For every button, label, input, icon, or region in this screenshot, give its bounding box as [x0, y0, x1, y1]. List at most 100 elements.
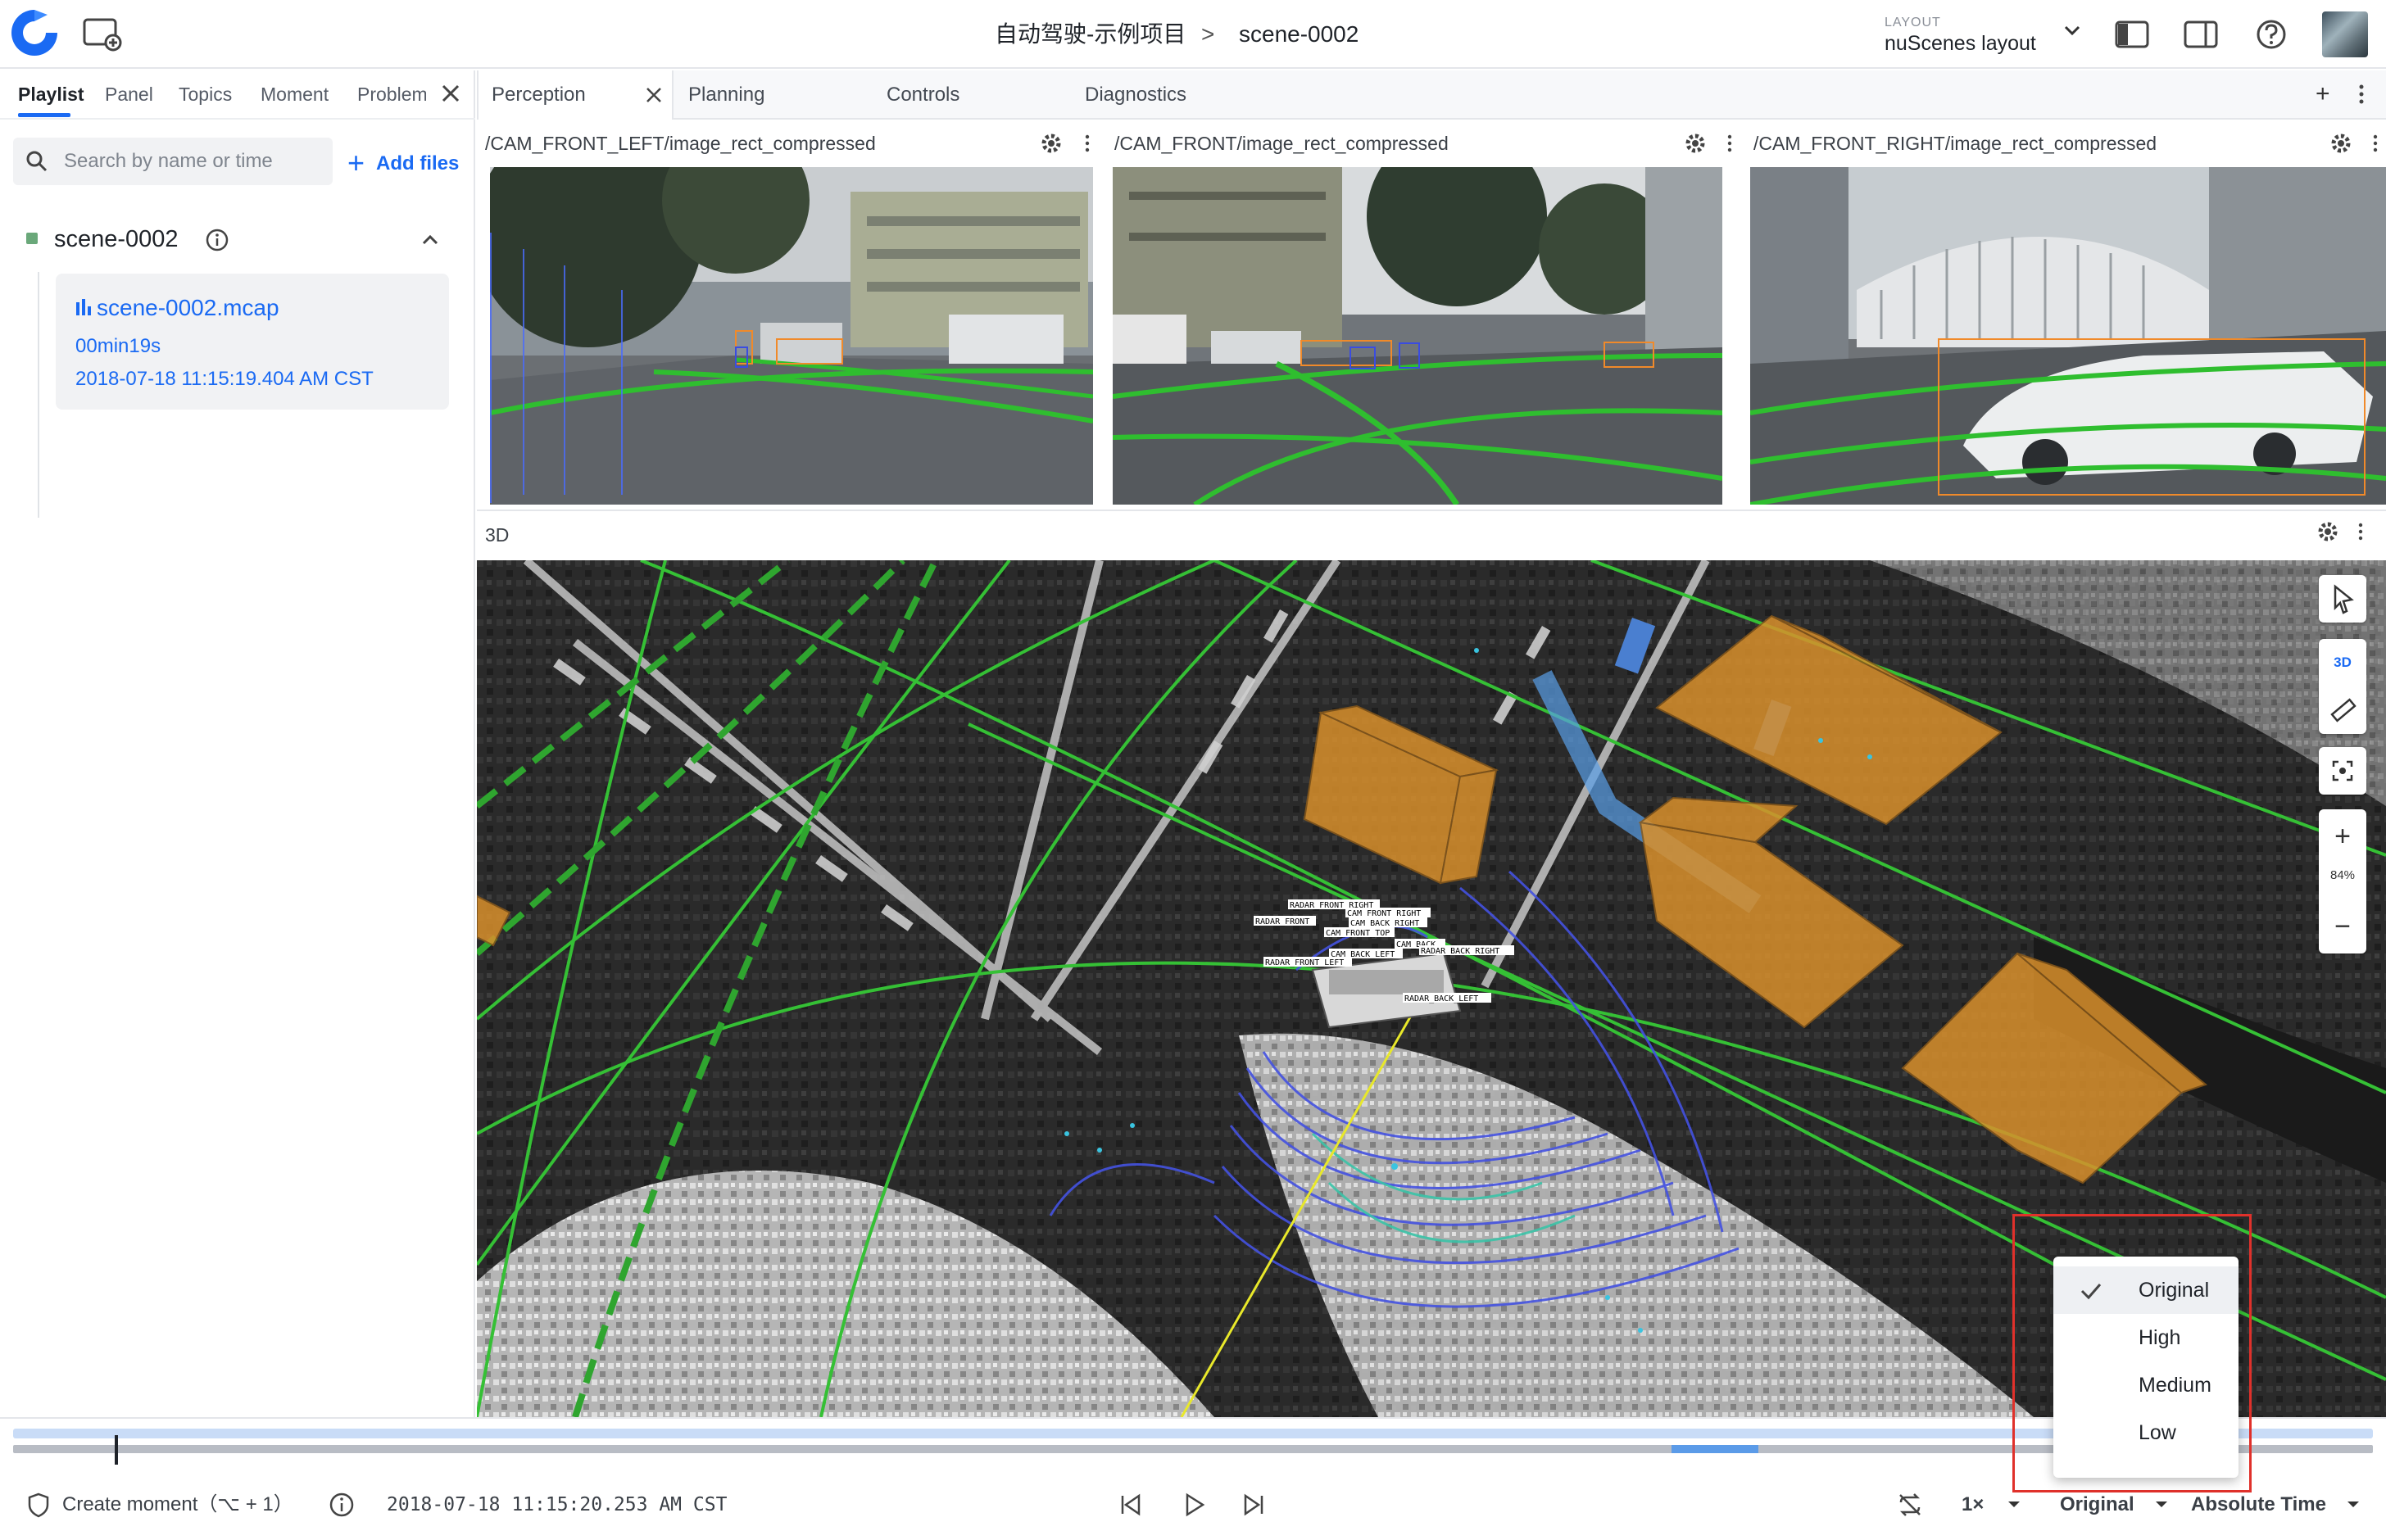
tree-connector [38, 272, 39, 518]
gear-icon[interactable] [1685, 133, 1706, 154]
breadcrumb-scene[interactable]: scene-0002 [1239, 18, 1359, 51]
help-icon[interactable] [2253, 18, 2289, 51]
skip-back-icon[interactable] [1116, 1491, 1144, 1519]
breadcrumb-project[interactable]: 自动驾驶-示例项目 [995, 18, 1186, 51]
chevron-down-icon [2064, 25, 2080, 36]
file-start-time: 2018-07-18 11:15:19.404 AM CST [75, 368, 374, 390]
timeline-segment [1672, 1445, 1758, 1453]
zoom-in-button[interactable]: + [2319, 816, 2366, 857]
gear-icon[interactable] [2317, 521, 2338, 542]
caret-down-icon[interactable] [2004, 1494, 2024, 1514]
search-input[interactable]: Search by name or time [13, 138, 333, 185]
tab-topics[interactable]: Topics [179, 82, 232, 106]
scene-item[interactable]: scene-0002 [25, 223, 451, 256]
quality-option-low[interactable]: Low [2053, 1409, 2239, 1456]
3d-mode-label[interactable]: 3D [2319, 639, 2366, 686]
more-vertical-icon[interactable] [2357, 521, 2365, 542]
caret-down-icon[interactable] [2152, 1494, 2171, 1514]
layout-tabs: Perception Planning Controls Diagnostics… [477, 70, 2386, 120]
select-tool-button[interactable] [2319, 575, 2366, 623]
tab-perception[interactable]: Perception [477, 70, 674, 120]
file-name-label: scene-0002.mcap [97, 295, 279, 320]
quality-option-medium[interactable]: Medium [2053, 1361, 2239, 1409]
svg-text:CAM_FRONT_RIGHT: CAM_FRONT_RIGHT [1347, 909, 1421, 918]
file-card[interactable]: scene-0002.mcap 00min19s 2018-07-18 11:1… [56, 274, 449, 410]
breadcrumb-separator: > [1201, 21, 1215, 47]
sidebar-tabs: Playlist Panel Topics Moment Problem [0, 70, 475, 120]
zoom-level: 84% [2329, 868, 2356, 882]
add-tab-button[interactable]: + [2316, 82, 2330, 106]
camera-topic-title: /CAM_FRONT_RIGHT/image_rect_compressed [1753, 133, 2157, 154]
check-icon [2080, 1284, 2102, 1300]
search-icon [26, 151, 48, 172]
ruler-icon[interactable] [2319, 686, 2366, 734]
camera-topic-title: /CAM_FRONT/image_rect_compressed [1114, 133, 1449, 154]
svg-text:RADAR_BACK_LEFT: RADAR_BACK_LEFT [1404, 994, 1478, 1003]
caret-down-icon[interactable] [2343, 1494, 2363, 1514]
tab-playlist[interactable]: Playlist [18, 82, 84, 106]
new-window-icon[interactable] [82, 16, 123, 52]
user-avatar[interactable] [2322, 11, 2368, 57]
close-icon[interactable] [642, 84, 665, 106]
camera-image[interactable] [1113, 167, 1722, 505]
top-bar: 自动驾驶-示例项目 > scene-0002 LAYOUT nuScenes l… [0, 0, 2386, 69]
search-placeholder: Search by name or time [64, 150, 273, 172]
quality-option-label: Low [2139, 1421, 2176, 1444]
tab-controls[interactable]: Controls [887, 70, 959, 120]
camera-topic-title: /CAM_FRONT_LEFT/image_rect_compressed [485, 133, 876, 154]
play-icon[interactable] [1180, 1491, 1208, 1519]
time-mode-selector[interactable]: Absolute Time [2191, 1492, 2326, 1517]
camera-image[interactable] [1750, 167, 2386, 505]
panel-3d-title: 3D [485, 524, 510, 546]
quality-selector[interactable]: Original [2060, 1492, 2134, 1517]
loop-off-icon[interactable] [1896, 1491, 1924, 1519]
more-vertical-icon[interactable] [1083, 133, 1091, 154]
quality-option-original[interactable]: Original [2053, 1266, 2239, 1314]
gear-icon[interactable] [1041, 133, 1062, 154]
info-icon[interactable] [205, 228, 229, 252]
left-sidebar-toggle-icon[interactable] [2114, 18, 2150, 51]
svg-text:CAM_BACK_RIGHT: CAM_BACK_RIGHT [1350, 919, 1419, 928]
panel-3d-header: 3D [477, 510, 2386, 560]
more-vertical-icon[interactable] [2371, 133, 2379, 154]
fit-view-button[interactable] [2319, 747, 2366, 795]
tab-planning[interactable]: Planning [688, 70, 764, 120]
svg-text:RADAR_BACK_RIGHT: RADAR_BACK_RIGHT [1421, 947, 1499, 956]
add-files-button[interactable]: + Add files [347, 146, 459, 178]
camera-image[interactable] [490, 167, 1093, 505]
svg-text:CAM_FRONT_TOP: CAM_FRONT_TOP [1326, 929, 1390, 938]
more-vertical-icon[interactable] [2355, 82, 2368, 106]
right-sidebar-toggle-icon[interactable] [2183, 18, 2219, 51]
file-duration: 00min19s [75, 335, 161, 357]
skip-forward-icon[interactable] [1241, 1491, 1268, 1519]
close-icon[interactable] [438, 80, 464, 106]
add-files-label: Add files [376, 152, 460, 174]
quality-option-high[interactable]: High [2053, 1314, 2239, 1361]
view-mode-toggle[interactable]: 3D [2319, 639, 2366, 734]
layout-selector[interactable]: LAYOUT nuScenes layout [1885, 15, 2081, 57]
gear-icon[interactable] [2330, 133, 2352, 154]
camera-image-render [1113, 167, 1722, 505]
tab-panel[interactable]: Panel [105, 82, 153, 106]
left-sidebar: Playlist Panel Topics Moment Problem Sea… [0, 70, 475, 1417]
app-logo-icon[interactable] [7, 5, 62, 61]
camera-image-render [490, 167, 1093, 505]
more-vertical-icon[interactable] [1726, 133, 1734, 154]
scene-status-dot [26, 233, 38, 244]
info-icon[interactable] [328, 1491, 356, 1519]
quality-option-label: Medium [2139, 1374, 2211, 1397]
speed-selector[interactable]: 1× [1962, 1492, 1984, 1517]
quality-option-label: Original [2139, 1279, 2210, 1302]
shield-icon[interactable] [25, 1491, 52, 1519]
tab-diagnostics[interactable]: Diagnostics [1085, 70, 1186, 120]
active-tab-indicator [18, 113, 70, 117]
tab-moment[interactable]: Moment [261, 82, 329, 106]
bar-chart-icon [76, 299, 91, 315]
zoom-out-button[interactable]: − [2319, 906, 2366, 947]
file-name[interactable]: scene-0002.mcap [75, 293, 279, 323]
playhead[interactable] [115, 1435, 118, 1465]
tab-problem[interactable]: Problem [357, 82, 426, 106]
create-moment-button[interactable]: Create moment（⌥ + 1） [62, 1492, 293, 1517]
chevron-up-icon[interactable] [418, 228, 442, 252]
camera-image-render [1750, 167, 2386, 505]
